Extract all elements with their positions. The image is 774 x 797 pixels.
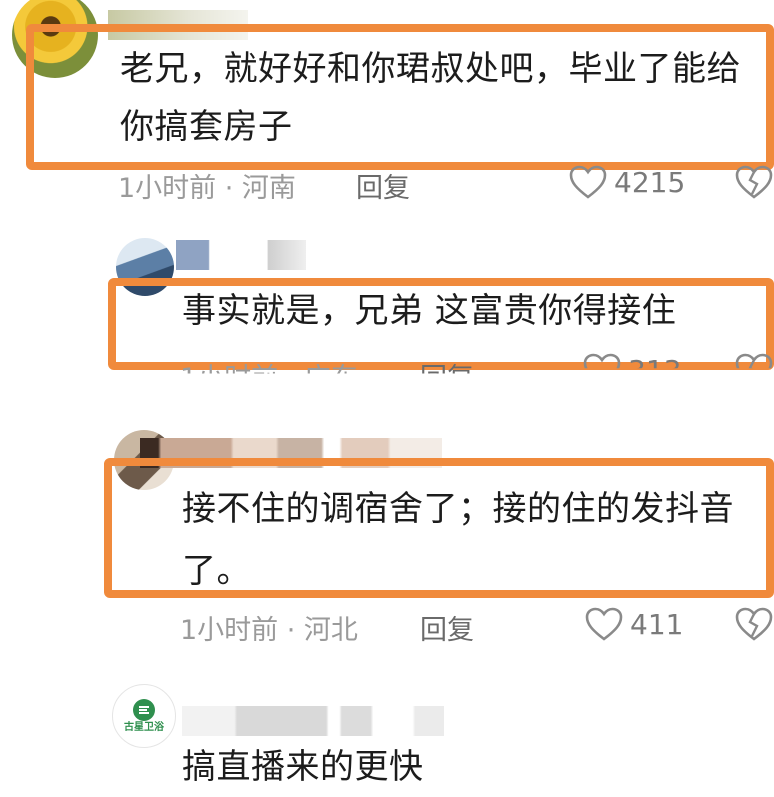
avatar[interactable]: 古星卫浴 [112,684,176,748]
like-count: 411 [630,607,684,641]
comment-text-line: 了。 [182,551,251,591]
reply-button[interactable]: 回复 [420,608,474,647]
heart-icon [584,606,624,642]
like-button[interactable]: 411 [584,606,683,642]
like-button[interactable]: 4215 [568,164,685,200]
comment-text-line: 接不住的调宿舍了；接的住的发抖音 [182,489,734,529]
reply-button[interactable]: 回复 [356,166,410,205]
comment-time-location: 1小时前 · 广东 [180,363,358,394]
dislike-icon[interactable] [734,164,774,200]
brand-logo-icon [130,698,158,722]
comment-time-location: 1小时前 · 河北 [180,615,358,646]
comment-time-location: 1小时前 · 河南 [118,173,296,204]
dislike-icon[interactable] [734,352,774,369]
like-count: 4215 [614,165,686,199]
like-button[interactable]: 313 [582,352,682,387]
heart-icon [568,164,608,200]
comment-text-line: 老兄，就好好和你珺叔处吧，毕业了能给 [120,49,741,89]
like-count: 313 [628,353,682,387]
reply-button[interactable]: 回复 [420,356,474,374]
dislike-icon[interactable] [734,606,774,642]
comment-text-line: 你搞套房子 [120,107,293,147]
username-blurred[interactable] [182,706,444,736]
logo-text: 古星卫浴 [124,722,164,733]
username-blurred[interactable] [176,240,306,270]
comment-text-line: 事实就是，兄弟 这富贵你得接住 [182,291,677,331]
heart-icon [582,352,622,369]
comment-text-line: 搞直播来的更快 [182,747,424,787]
